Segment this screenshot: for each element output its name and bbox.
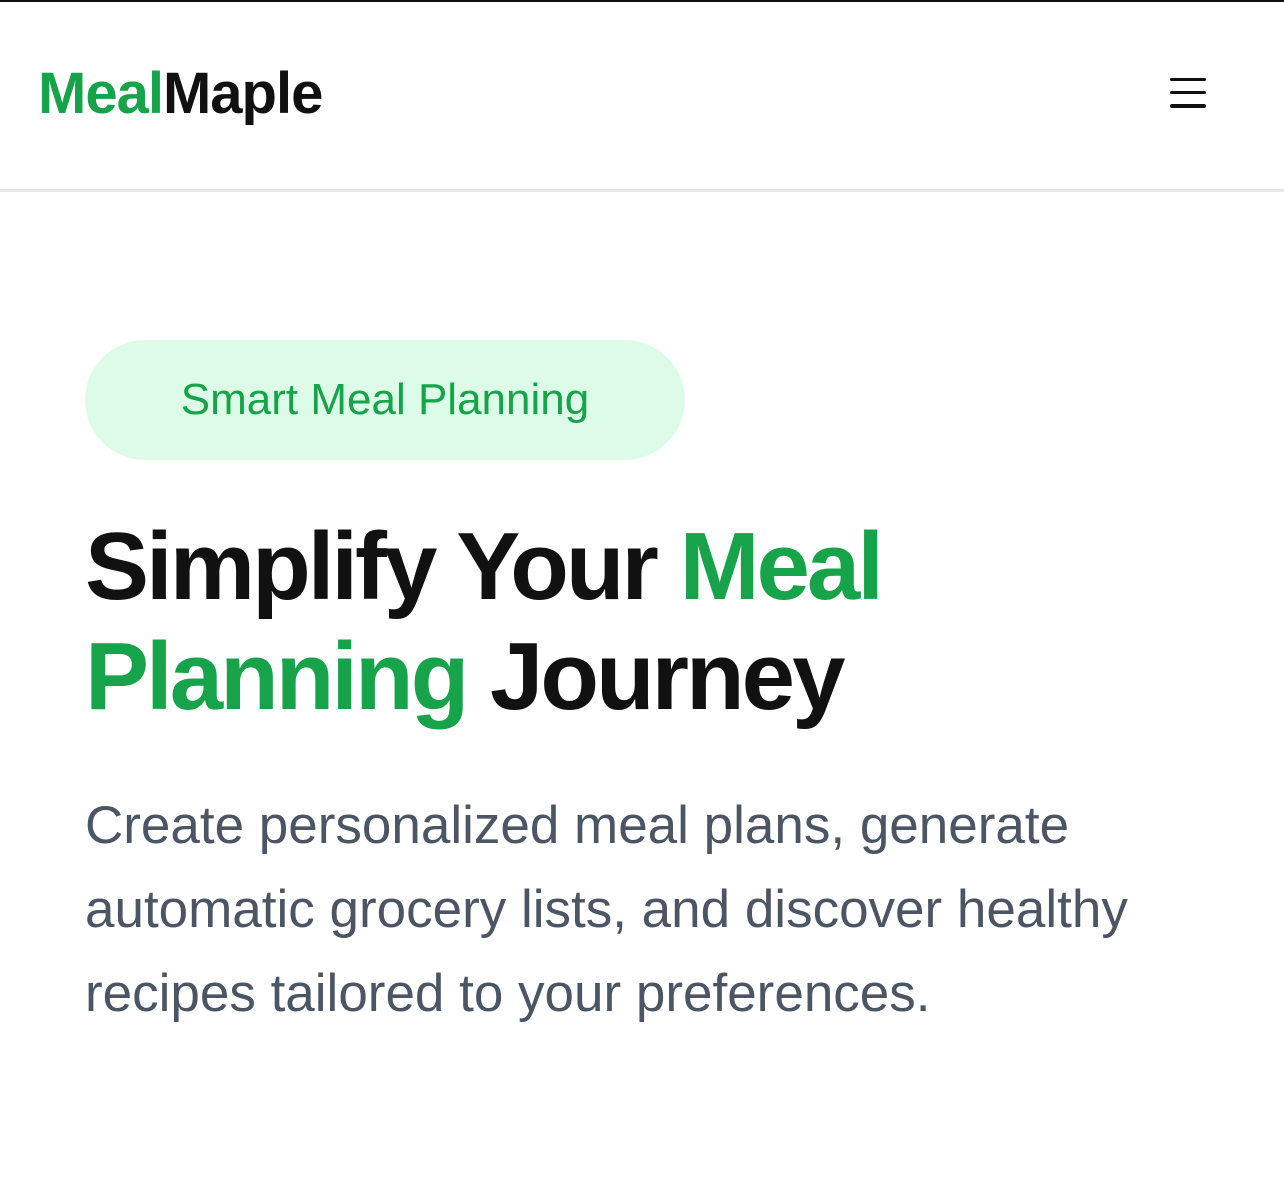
hero-section: Smart Meal Planning Simplify Your Meal Pl… bbox=[85, 340, 1225, 1036]
feature-badge: Smart Meal Planning bbox=[85, 340, 685, 460]
hero-subtitle: Create personalized meal plans, generate… bbox=[85, 796, 1128, 1023]
logo-part-maple: Maple bbox=[162, 60, 323, 126]
logo-part-meal: Meal bbox=[38, 60, 164, 126]
site-header: MealMaple bbox=[0, 2, 1284, 192]
title-text-2: Journey bbox=[466, 623, 845, 730]
title-accent-meal: Meal bbox=[679, 513, 884, 620]
menu-bar-middle bbox=[1170, 90, 1206, 95]
title-accent-planning: Planning bbox=[85, 623, 469, 730]
menu-bar-bottom bbox=[1170, 104, 1206, 108]
hamburger-menu-icon[interactable] bbox=[1168, 76, 1208, 110]
menu-bar-top bbox=[1170, 77, 1206, 81]
title-text-1: Simplify Your bbox=[85, 513, 680, 620]
logo[interactable]: MealMaple bbox=[38, 64, 323, 123]
page: MealMaple Smart Meal Planning Simplify Y… bbox=[0, 0, 1284, 1178]
hero-title: Simplify Your Meal Planning Journey bbox=[85, 512, 1225, 732]
